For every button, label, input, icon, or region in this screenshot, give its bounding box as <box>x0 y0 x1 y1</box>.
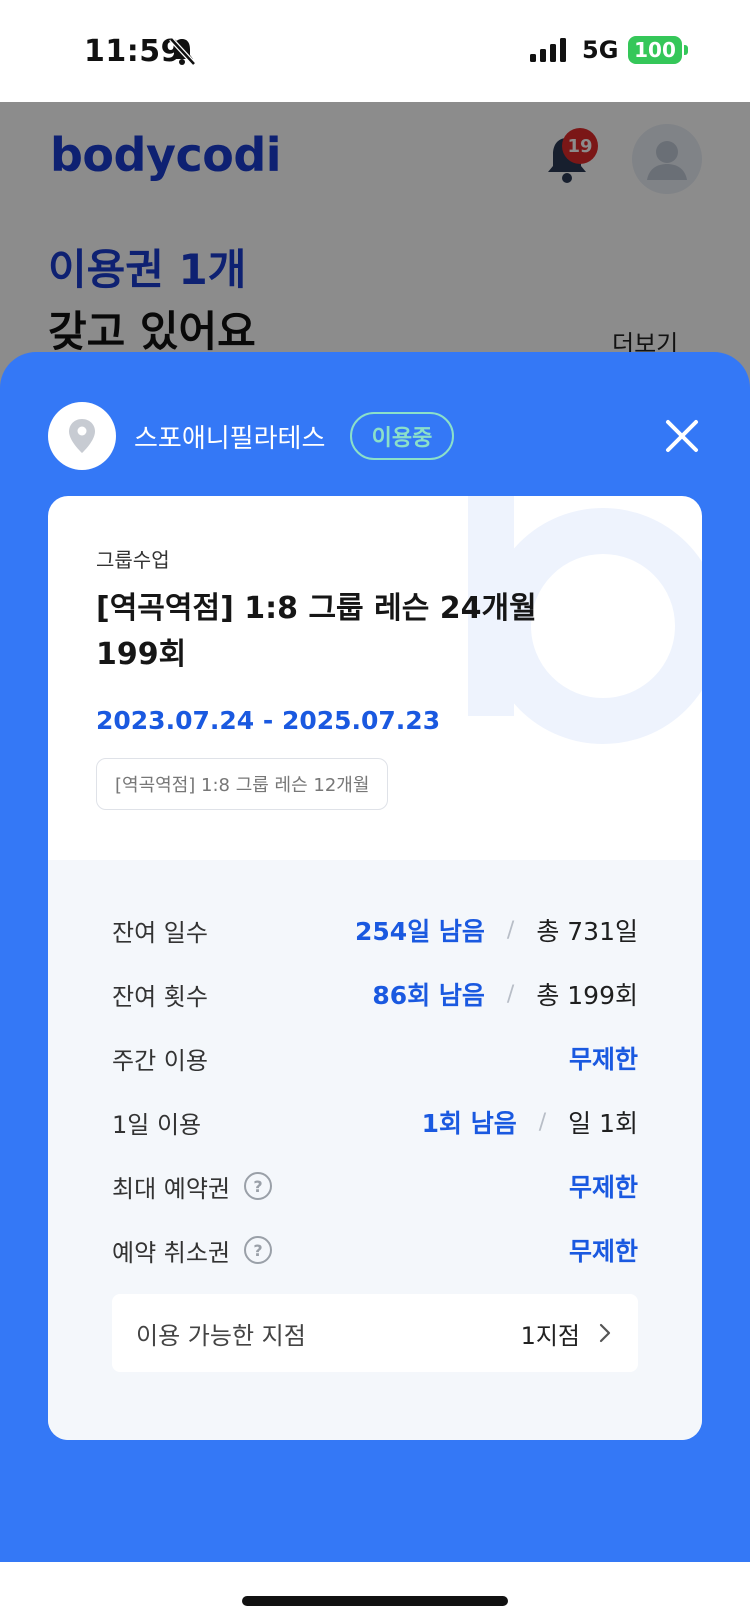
stat-value: 무제한 <box>569 1168 638 1204</box>
location-badge <box>48 402 116 470</box>
bell-off-icon <box>169 37 196 66</box>
stat-daily-usage: 1일 이용 1회 남음 / 일 1회 <box>112 1102 638 1142</box>
pass-tag: [역곡역점] 1:8 그룹 레슨 12개월 <box>96 758 389 810</box>
stat-total: 총 199회 <box>536 981 638 1010</box>
stat-value: 1회 남음 / 일 1회 <box>422 1104 638 1140</box>
stat-remain: 무제한 <box>568 1045 638 1074</box>
stat-label-text: 주간 이용 <box>112 1046 208 1075</box>
status-badge: 이용중 <box>350 412 454 460</box>
stat-label: 예약 취소권 ? <box>112 1233 273 1268</box>
help-icon[interactable]: ? <box>244 1236 273 1264</box>
stat-weekly-usage: 주간 이용 무제한 <box>112 1038 638 1078</box>
pass-title: [역곡역점] 1:8 그룹 레슨 24개월 199회 <box>96 591 537 672</box>
stat-label-text: 예약 취소권 <box>112 1238 231 1267</box>
stat-separator: / <box>506 981 515 1007</box>
available-branches-button[interactable]: 이용 가능한 지점 1지점 <box>112 1294 638 1372</box>
stat-total: 일 1회 <box>568 1109 638 1138</box>
stat-remain: 86회 남음 <box>372 981 485 1010</box>
sheet-header: 스포애니필라테스 이용중 <box>48 402 708 472</box>
chevron-right-icon <box>599 1323 611 1343</box>
pass-category: 그룹수업 <box>96 548 170 572</box>
stat-remain: 1회 남음 <box>421 1109 517 1138</box>
stat-value: 254일 남음 / 총 731일 <box>355 912 638 948</box>
help-icon[interactable]: ? <box>244 1172 273 1200</box>
stat-remain: 무제한 <box>568 1173 638 1202</box>
stat-label: 주간 이용 <box>112 1041 208 1076</box>
stat-remain: 254일 남음 <box>355 917 485 946</box>
stat-label-text: 잔여 일수 <box>112 918 208 947</box>
stat-label-text: 잔여 횟수 <box>112 982 208 1011</box>
stat-label: 잔여 횟수 <box>112 977 208 1012</box>
stat-label-text: 1일 이용 <box>112 1110 202 1139</box>
battery-icon: 100 <box>628 36 682 64</box>
stat-value: 무제한 <box>569 1040 638 1076</box>
stat-value: 86회 남음 / 총 199회 <box>372 976 638 1012</box>
stat-label: 1일 이용 <box>112 1105 201 1140</box>
stat-separator: / <box>506 917 515 943</box>
branch-label: 이용 가능한 지점 <box>136 1321 306 1350</box>
stat-remain: 무제한 <box>568 1237 638 1266</box>
home-indicator-area <box>0 1562 750 1624</box>
stat-label: 잔여 일수 <box>112 913 208 948</box>
pass-period: 2023.07.24 - 2025.07.23 <box>96 706 441 735</box>
signal-icon <box>530 38 566 62</box>
pass-card: 그룹수업 [역곡역점] 1:8 그룹 레슨 24개월 199회 2023.07.… <box>48 496 702 1440</box>
stat-remaining-count: 잔여 횟수 86회 남음 / 총 199회 <box>112 974 638 1014</box>
stat-value: 무제한 <box>569 1232 638 1268</box>
close-icon[interactable] <box>660 414 704 458</box>
branch-count: 1지점 <box>520 1321 580 1350</box>
status-bar: 11:59 5G 100 <box>0 0 750 102</box>
battery-tip <box>684 45 688 55</box>
location-pin-icon <box>69 419 95 453</box>
stat-cancellations: 예약 취소권 ? 무제한 <box>112 1230 638 1270</box>
stat-label: 최대 예약권 ? <box>112 1169 273 1204</box>
pass-stats: 잔여 일수 254일 남음 / 총 731일 잔여 횟수 86회 남음 / 총 … <box>48 860 702 1440</box>
stat-max-reservations: 최대 예약권 ? 무제한 <box>112 1166 638 1206</box>
stat-label-text: 최대 예약권 <box>112 1174 231 1203</box>
stat-remaining-days: 잔여 일수 254일 남음 / 총 731일 <box>112 910 638 950</box>
battery-level: 100 <box>634 38 676 62</box>
studio-name: 스포애니필라테스 <box>134 424 326 454</box>
stat-total: 총 731일 <box>536 917 638 946</box>
network-type: 5G <box>582 36 619 64</box>
home-indicator[interactable] <box>242 1596 508 1606</box>
stat-separator: / <box>538 1109 547 1135</box>
